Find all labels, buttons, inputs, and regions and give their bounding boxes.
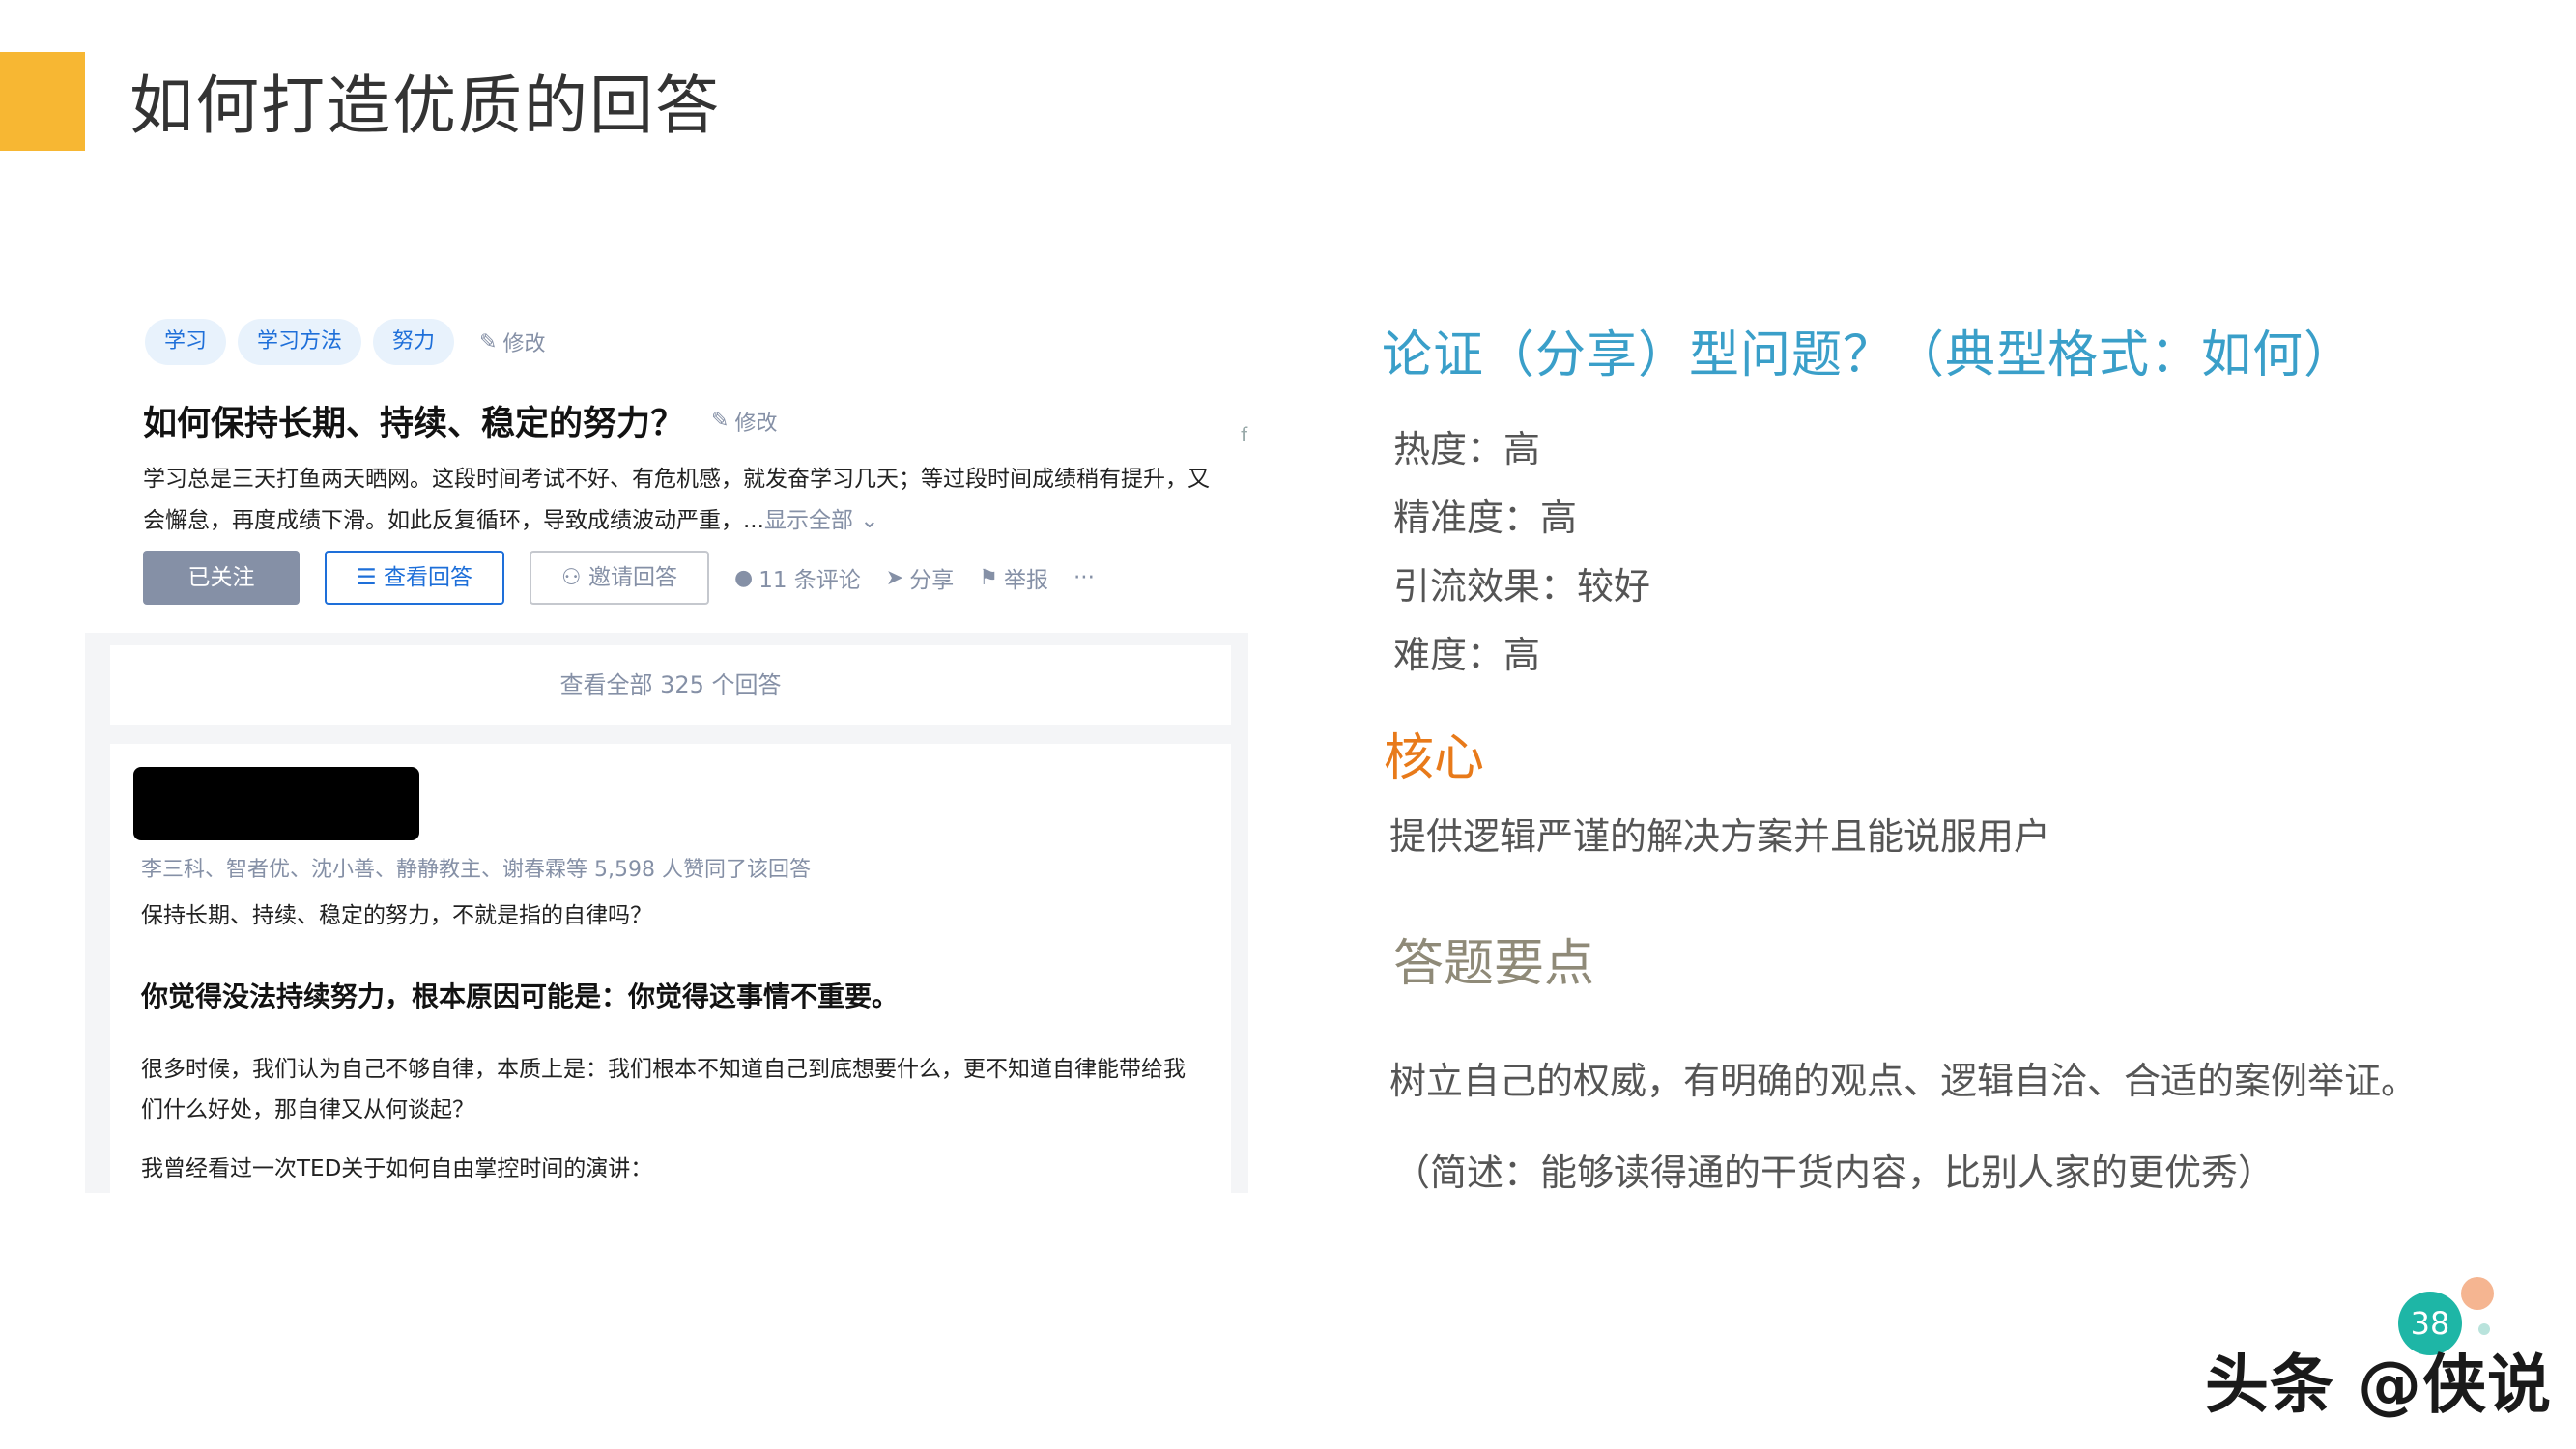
edit-tags-link[interactable]: ✎ 修改 xyxy=(479,327,545,357)
topic-tag[interactable]: 学习 xyxy=(145,319,227,365)
invite-answer-button[interactable]: ⚇ 邀请回答 xyxy=(530,551,709,605)
question-title-text: 如何保持长期、持续、稳定的努力？ xyxy=(143,405,685,443)
comments-button[interactable]: ● 11 条评论 xyxy=(734,561,861,594)
answer-paragraph: 我曾经看过一次TED关于如何自由掌控时间的演讲： xyxy=(141,1156,653,1181)
answer-card: 李三科、智者优、沈小善、静静教主、谢春霖等 5,598 人赞同了该回答 保持长期… xyxy=(110,744,1231,1193)
decor-dot xyxy=(2461,1277,2494,1310)
side-marker: f xyxy=(1241,423,1248,446)
topic-tag[interactable]: 努力 xyxy=(373,319,455,365)
question-title: 如何保持长期、持续、稳定的努力？ ✎ 修改 xyxy=(143,396,777,445)
key-points-note: （简述：能够读得通的干货内容，比别人家的更优秀） xyxy=(1393,1151,2275,1194)
question-screenshot: 学习 学习方法 努力 ✎ 修改 如何保持长期、持续、稳定的努力？ ✎ 修改 f … xyxy=(85,290,1248,1193)
key-points-label: 答题要点 xyxy=(1393,935,1595,993)
flag-icon: ⚑ xyxy=(979,565,998,590)
question-type-heading: 论证（分享）型问题？（典型格式：如何） xyxy=(1382,327,2356,384)
answer-paragraph: 很多时候，我们认为自己不够自律，本质上是：我们根本不知道自己到底想要什么，更不知… xyxy=(141,1057,1186,1122)
key-points-text: 树立自己的权威，有明确的观点、逻辑自洽、合适的案例举证。 xyxy=(1389,1060,2419,1102)
answer-bold-paragraph: 你觉得没法持续努力，根本原因可能是：你觉得这事情不重要。 xyxy=(141,980,900,1012)
question-description-text: 学习总是三天打鱼两天晒网。这段时间考试不好、有危机感，就发奋学习几天；等过段时间… xyxy=(143,467,1210,533)
slide-title: 如何打造优质的回答 xyxy=(129,69,721,143)
more-button[interactable]: ··· xyxy=(1073,565,1095,590)
topic-tags: 学习 学习方法 努力 ✎ 修改 xyxy=(145,319,546,365)
list-icon: ☰ xyxy=(357,565,377,590)
watermark: 头条 @侠说 xyxy=(2205,1348,2552,1422)
comment-icon: ● xyxy=(734,565,754,590)
redacted-author xyxy=(133,767,419,840)
followed-button[interactable]: 已关注 xyxy=(143,551,300,605)
pencil-icon: ✎ xyxy=(711,409,730,433)
view-all-answers-link[interactable]: 查看全部 325 个回答 xyxy=(110,645,1231,724)
share-button[interactable]: ➤ 分享 xyxy=(886,561,954,594)
send-icon: ➤ xyxy=(885,565,904,590)
metric-heat: 热度：高 xyxy=(1393,428,1541,470)
core-label: 核心 xyxy=(1384,729,1485,787)
metric-precision: 精准度：高 xyxy=(1393,497,1578,539)
chevron-down-icon: ⌄ xyxy=(860,508,879,533)
metric-traffic: 引流效果：较好 xyxy=(1393,565,1651,608)
edit-title-link[interactable]: ✎ 修改 xyxy=(711,406,777,437)
metrics-list: 热度：高 精准度：高 引流效果：较好 难度：高 xyxy=(1393,420,1650,695)
pencil-icon: ✎ xyxy=(479,329,498,355)
show-all-link[interactable]: 显示全部 ⌄ xyxy=(764,508,879,533)
edit-label: 修改 xyxy=(734,411,778,436)
question-actions: 已关注 ☰ 查看回答 ⚇ 邀请回答 ● 11 条评论 ➤ 分享 ⚑ 举报 ··· xyxy=(143,551,1095,605)
core-text: 提供逻辑严谨的解决方案并且能说服用户 xyxy=(1389,815,2051,858)
topic-tag[interactable]: 学习方法 xyxy=(238,319,362,365)
report-button[interactable]: ⚑ 举报 xyxy=(979,561,1048,594)
question-description: 学习总是三天打鱼两天晒网。这段时间考试不好、有危机感，就发奋学习几天；等过段时间… xyxy=(143,459,1216,542)
view-answers-button[interactable]: ☰ 查看回答 xyxy=(325,551,504,605)
title-accent-block xyxy=(0,52,85,151)
edit-label: 修改 xyxy=(502,332,546,356)
answer-paragraph: 保持长期、持续、稳定的努力，不就是指的自律吗？ xyxy=(141,903,652,928)
add-user-icon: ⚇ xyxy=(561,565,582,590)
metric-difficulty: 难度：高 xyxy=(1393,634,1541,676)
answer-voters[interactable]: 李三科、智者优、沈小善、静静教主、谢春霖等 5,598 人赞同了该回答 xyxy=(141,852,811,883)
